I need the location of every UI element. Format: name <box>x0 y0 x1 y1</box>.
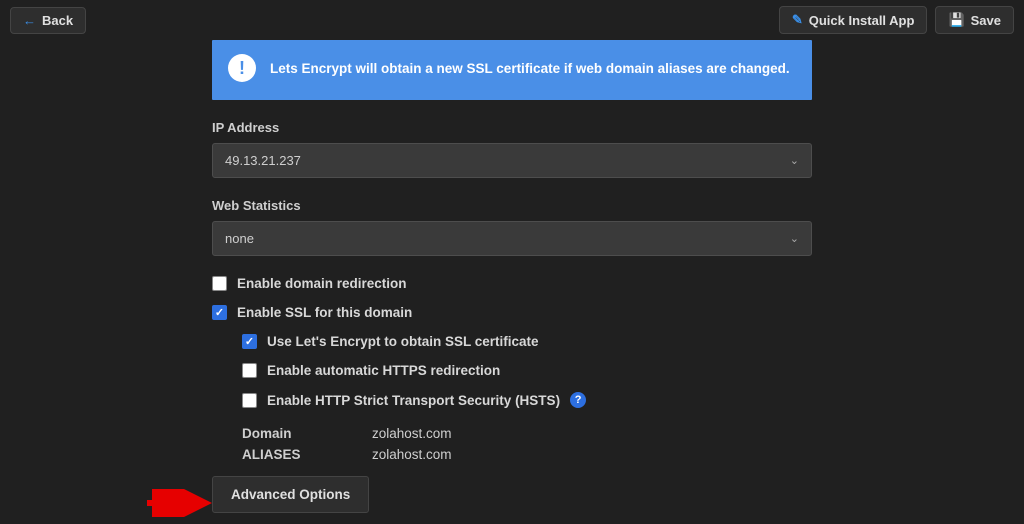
web-statistics-label: Web Statistics <box>212 198 812 213</box>
use-letsencrypt-label: Use Let's Encrypt to obtain SSL certific… <box>267 334 539 349</box>
advanced-options-button[interactable]: Advanced Options <box>212 476 369 513</box>
domain-value: zolahost.com <box>372 426 452 441</box>
enable-redirect-checkbox[interactable] <box>212 276 227 291</box>
quick-install-button[interactable]: ✎ Quick Install App <box>779 6 928 34</box>
info-banner: ! Lets Encrypt will obtain a new SSL cer… <box>212 40 812 100</box>
enable-ssl-label: Enable SSL for this domain <box>237 305 412 320</box>
save-icon: 💾 <box>948 12 964 28</box>
https-redirect-row[interactable]: Enable automatic HTTPS redirection <box>242 363 812 378</box>
web-statistics-select[interactable]: none ⌄ <box>212 221 812 256</box>
chevron-down-icon: ⌄ <box>790 154 799 167</box>
ip-address-label: IP Address <box>212 120 812 135</box>
hsts-row[interactable]: Enable HTTP Strict Transport Security (H… <box>242 392 812 408</box>
hsts-label: Enable HTTP Strict Transport Security (H… <box>267 393 560 408</box>
hsts-checkbox[interactable] <box>242 393 257 408</box>
use-letsencrypt-checkbox[interactable]: ✓ <box>242 334 257 349</box>
web-statistics-value: none <box>225 231 254 246</box>
arrow-left-icon: ← <box>23 13 36 28</box>
ip-address-value: 49.13.21.237 <box>225 153 301 168</box>
use-letsencrypt-row[interactable]: ✓ Use Let's Encrypt to obtain SSL certif… <box>242 334 812 349</box>
enable-ssl-row[interactable]: ✓ Enable SSL for this domain <box>212 305 812 320</box>
ip-address-select[interactable]: 49.13.21.237 ⌄ <box>212 143 812 178</box>
help-icon[interactable]: ? <box>570 392 586 408</box>
aliases-key: ALIASES <box>242 447 372 462</box>
info-banner-text: Lets Encrypt will obtain a new SSL certi… <box>270 61 790 76</box>
enable-ssl-checkbox[interactable]: ✓ <box>212 305 227 320</box>
https-redirect-checkbox[interactable] <box>242 363 257 378</box>
enable-redirect-row[interactable]: Enable domain redirection <box>212 276 812 291</box>
aliases-value: zolahost.com <box>372 447 452 462</box>
https-redirect-label: Enable automatic HTTPS redirection <box>267 363 500 378</box>
red-arrow-annotation <box>145 489 215 517</box>
domain-info-block: Domain zolahost.com ALIASES zolahost.com <box>242 426 812 462</box>
quick-install-label: Quick Install App <box>809 13 915 28</box>
enable-redirect-label: Enable domain redirection <box>237 276 407 291</box>
save-label: Save <box>971 13 1001 28</box>
magic-wand-icon: ✎ <box>792 12 803 28</box>
save-button[interactable]: 💾 Save <box>935 6 1014 34</box>
chevron-down-icon: ⌄ <box>790 232 799 245</box>
info-icon: ! <box>228 54 256 82</box>
back-label: Back <box>42 13 73 28</box>
advanced-options-label: Advanced Options <box>231 487 350 502</box>
domain-key: Domain <box>242 426 372 441</box>
back-button[interactable]: ← Back <box>10 7 86 34</box>
